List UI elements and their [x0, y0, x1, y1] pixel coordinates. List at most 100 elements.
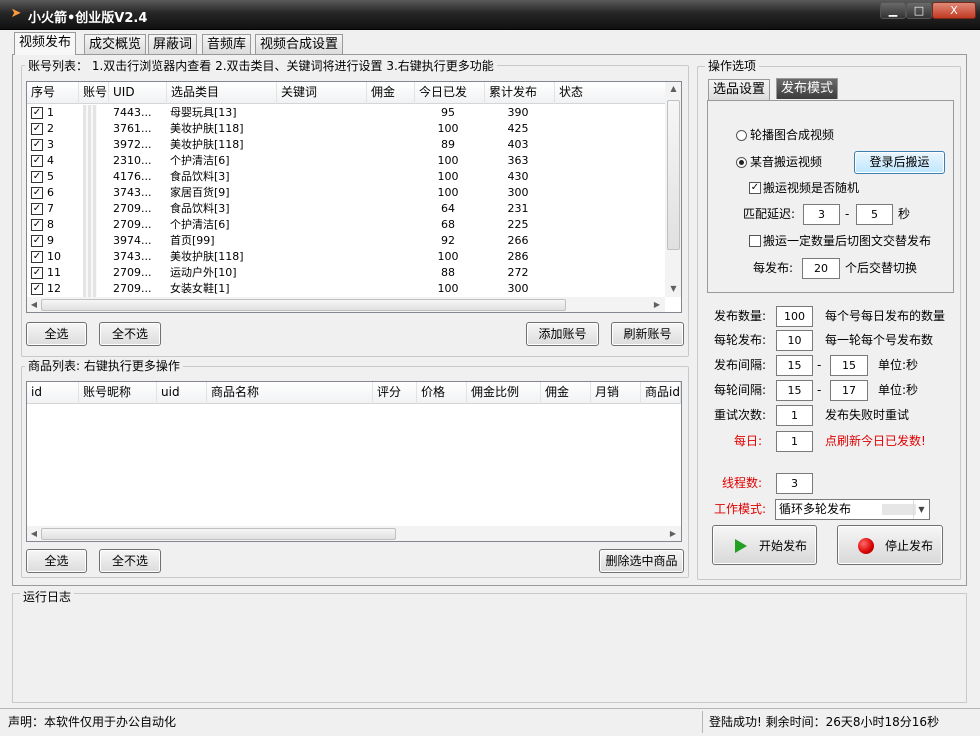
- col-category[interactable]: 选品类目: [167, 82, 277, 104]
- tab-audio-library[interactable]: 音频库: [202, 34, 252, 54]
- row-checkbox[interactable]: ✓: [31, 187, 43, 199]
- row-category[interactable]: 个护清洁[6]: [170, 217, 275, 233]
- row-checkbox[interactable]: ✓: [31, 203, 43, 215]
- match-delay-min-input[interactable]: 3: [803, 204, 840, 225]
- setting-input[interactable]: 15: [776, 355, 813, 376]
- row-category[interactable]: 美妆护肤[118]: [170, 249, 275, 265]
- table-row[interactable]: ✓ 10 3743... 美妆护肤[118] 100 286: [27, 249, 667, 265]
- start-publish-button[interactable]: 开始发布: [712, 525, 817, 565]
- setting-input-max[interactable]: 17: [830, 380, 868, 401]
- select-none-products-button[interactable]: 全不选: [99, 549, 161, 573]
- refresh-account-button[interactable]: 刷新账号: [611, 322, 684, 346]
- tab-video-publish[interactable]: 视频发布: [14, 32, 77, 55]
- row-category[interactable]: 食品饮料[3]: [170, 169, 275, 185]
- table-row[interactable]: ✓ 7 2709... 食品饮料[3] 64 231: [27, 201, 667, 217]
- run-log-panel[interactable]: [12, 593, 967, 703]
- switch-mode-checkbox[interactable]: [749, 235, 761, 247]
- match-delay-max-input[interactable]: 5: [856, 204, 893, 225]
- table-row[interactable]: ✓ 12 2709... 女装女鞋[1] 100 300: [27, 281, 667, 297]
- setting-input[interactable]: 1: [776, 405, 813, 426]
- setting-input[interactable]: 100: [776, 306, 813, 327]
- tab-publish-mode[interactable]: 发布模式: [776, 78, 839, 99]
- col-status[interactable]: 状态: [555, 82, 667, 104]
- setting-input-max[interactable]: 15: [830, 355, 868, 376]
- account-vscrollbar[interactable]: ▲ ▼: [665, 82, 681, 297]
- close-button[interactable]: X: [932, 2, 976, 19]
- row-category[interactable]: 个护清洁[6]: [170, 153, 275, 169]
- col-commission-rate[interactable]: 佣金比例: [467, 382, 541, 404]
- col-rating[interactable]: 评分: [373, 382, 417, 404]
- row-checkbox[interactable]: ✓: [31, 107, 43, 119]
- account-hscrollbar[interactable]: ◀ ▶: [27, 297, 665, 312]
- col-product-id[interactable]: 商品id: [641, 382, 681, 404]
- chevron-down-icon[interactable]: ▼: [913, 500, 929, 519]
- col-keyword[interactable]: 关键词: [277, 82, 367, 104]
- tab-product-settings[interactable]: 选品设置: [708, 79, 771, 100]
- scroll-down-icon[interactable]: ▼: [665, 284, 681, 293]
- col-today-published[interactable]: 今日已发: [415, 82, 485, 104]
- col-account[interactable]: 账号: [79, 82, 109, 104]
- col-product-name[interactable]: 商品名称: [207, 382, 373, 404]
- scroll-right-icon[interactable]: ▶: [652, 300, 662, 309]
- title-bar[interactable]: ➤ 小火箭•创业版V2.4 ▁ □ X: [0, 0, 980, 30]
- col-index[interactable]: 序号: [27, 82, 79, 104]
- row-category[interactable]: 首页[99]: [170, 233, 275, 249]
- login-repost-button[interactable]: 登录后搬运: [854, 151, 945, 174]
- delete-selected-products-button[interactable]: 删除选中商品: [599, 549, 684, 573]
- col-price[interactable]: 价格: [417, 382, 467, 404]
- table-row[interactable]: ✓ 5 4176... 食品饮料[3] 100 430: [27, 169, 667, 185]
- select-all-products-button[interactable]: 全选: [26, 549, 87, 573]
- col-product-commission[interactable]: 佣金: [541, 382, 591, 404]
- row-category[interactable]: 家居百货[9]: [170, 185, 275, 201]
- scroll-left-icon[interactable]: ◀: [29, 529, 39, 538]
- tab-video-synthesis-settings[interactable]: 视频合成设置: [255, 34, 344, 54]
- row-checkbox[interactable]: ✓: [31, 219, 43, 231]
- work-mode-select[interactable]: 循环多轮发布 ▼: [775, 499, 930, 520]
- add-account-button[interactable]: 添加账号: [526, 322, 599, 346]
- select-none-accounts-button[interactable]: 全不选: [99, 322, 161, 346]
- row-checkbox[interactable]: ✓: [31, 171, 43, 183]
- tab-deal-overview[interactable]: 成交概览: [84, 34, 147, 54]
- switch-count-input[interactable]: 20: [802, 258, 840, 279]
- table-row[interactable]: ✓ 11 2709... 运动户外[10] 88 272: [27, 265, 667, 281]
- col-total-published[interactable]: 累计发布: [485, 82, 555, 104]
- stop-publish-button[interactable]: 停止发布: [837, 525, 943, 565]
- random-video-checkbox[interactable]: ✓: [749, 182, 761, 194]
- table-row[interactable]: ✓ 9 3974... 首页[99] 92 266: [27, 233, 667, 249]
- radio-carousel[interactable]: [736, 130, 747, 141]
- col-commission[interactable]: 佣金: [367, 82, 415, 104]
- col-nickname[interactable]: 账号昵称: [79, 382, 157, 404]
- setting-input[interactable]: 1: [776, 431, 813, 452]
- product-table[interactable]: id 账号昵称 uid 商品名称 评分 价格 佣金比例 佣金 月销 商品id ◀…: [26, 381, 682, 542]
- row-checkbox[interactable]: ✓: [31, 235, 43, 247]
- row-category[interactable]: 美妆护肤[118]: [170, 137, 275, 153]
- col-id[interactable]: id: [27, 382, 79, 404]
- table-row[interactable]: ✓ 1 7443... 母婴玩具[13] 95 390: [27, 105, 667, 121]
- tab-blocked-words[interactable]: 屏蔽词: [148, 34, 198, 54]
- row-checkbox[interactable]: ✓: [31, 155, 43, 167]
- account-hscroll-thumb[interactable]: [41, 299, 566, 311]
- row-category[interactable]: 食品饮料[3]: [170, 201, 275, 217]
- table-row[interactable]: ✓ 4 2310... 个护清洁[6] 100 363: [27, 153, 667, 169]
- setting-input[interactable]: 15: [776, 380, 813, 401]
- table-row[interactable]: ✓ 3 3972... 美妆护肤[118] 89 403: [27, 137, 667, 153]
- table-row[interactable]: ✓ 2 3761... 美妆护肤[118] 100 425: [27, 121, 667, 137]
- maximize-button[interactable]: □: [906, 2, 932, 19]
- product-hscroll-thumb[interactable]: [41, 528, 396, 540]
- row-category[interactable]: 女装女鞋[1]: [170, 281, 275, 297]
- scroll-up-icon[interactable]: ▲: [665, 84, 681, 93]
- row-checkbox[interactable]: ✓: [31, 251, 43, 263]
- row-category[interactable]: 母婴玩具[13]: [170, 105, 275, 121]
- threads-input[interactable]: 3: [776, 473, 813, 494]
- account-table[interactable]: 序号 账号 UID 选品类目 关键词 佣金 今日已发 累计发布 状态 ✓ 1 744…: [26, 81, 682, 313]
- col-monthly-sales[interactable]: 月销: [591, 382, 641, 404]
- row-category[interactable]: 美妆护肤[118]: [170, 121, 275, 137]
- row-category[interactable]: 运动户外[10]: [170, 265, 275, 281]
- row-checkbox[interactable]: ✓: [31, 283, 43, 295]
- account-vscroll-thumb[interactable]: [667, 100, 680, 250]
- scroll-right-icon[interactable]: ▶: [668, 529, 678, 538]
- table-row[interactable]: ✓ 8 2709... 个护清洁[6] 68 225: [27, 217, 667, 233]
- minimize-button[interactable]: ▁: [880, 2, 906, 19]
- col-product-uid[interactable]: uid: [157, 382, 207, 404]
- row-checkbox[interactable]: ✓: [31, 139, 43, 151]
